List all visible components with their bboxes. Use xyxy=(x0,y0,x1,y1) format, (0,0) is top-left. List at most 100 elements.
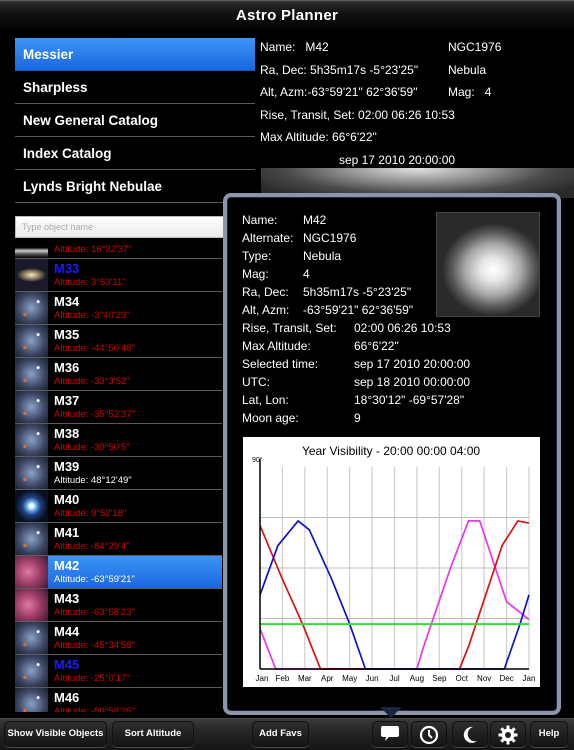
object-name: M45 xyxy=(54,657,80,672)
popover-value: 18°30'12" -69°57'28" xyxy=(354,393,465,407)
search-field[interactable] xyxy=(15,216,230,238)
search-input[interactable] xyxy=(22,222,229,232)
popover-value: -63°59'21" 62°36'59" xyxy=(303,303,414,317)
object-thumbnail xyxy=(15,622,48,654)
object-altitude: Altitude: -84°29'4" xyxy=(54,541,130,552)
popover-value: NGC1976 xyxy=(303,231,357,245)
settings-button[interactable] xyxy=(490,721,526,747)
object-name: M44 xyxy=(54,624,80,639)
x-tick-label: Jul xyxy=(389,674,399,683)
object-row-m45[interactable]: M45 Altitude: -25°0'17" xyxy=(15,655,222,688)
y-axis-top-label: 90° xyxy=(252,456,263,464)
object-thumbnail xyxy=(15,457,48,489)
popover-label: Name: xyxy=(242,213,278,227)
night-mode-button[interactable] xyxy=(452,721,488,747)
catalog-item-sharpless[interactable]: Sharpless xyxy=(15,71,255,104)
object-name: M40 xyxy=(54,492,80,507)
object-image xyxy=(436,212,540,317)
add-favs-button[interactable]: Add Favs xyxy=(252,721,309,747)
object-row-m39[interactable]: M39 Altitude: 48°12'49" xyxy=(15,457,222,490)
popover-value: sep 18 2010 00:00:00 xyxy=(354,375,471,389)
speech-bubble-icon xyxy=(381,726,399,741)
popover-value: 4 xyxy=(303,267,310,281)
popover-row: Max Altitude: 66°6'22" xyxy=(242,337,442,355)
object-thumbnail xyxy=(15,424,48,456)
popover-row: Alt, Azm: -63°59'21" 62°36'59" xyxy=(242,301,442,319)
popover-value: sep 17 2010 20:00:00 xyxy=(354,357,471,371)
app-title: Astro Planner xyxy=(235,7,339,24)
object-thumbnail xyxy=(15,655,48,687)
popover-row: Ra, Dec: 5h35m17s -5°23'25" xyxy=(242,283,442,301)
popover-value: 02:00 06:26 10:53 xyxy=(354,321,451,335)
popover-label: Rise, Transit, Set: xyxy=(242,321,337,335)
popover-value: Nebula xyxy=(303,249,342,263)
object-thumbnail xyxy=(15,490,48,522)
popover-row: Moon age: 9 xyxy=(242,409,442,427)
object-name: M37 xyxy=(54,393,80,408)
mag-value: 4 xyxy=(484,85,492,99)
object-thumbnail xyxy=(15,688,48,712)
object-row-m32[interactable]: Altitude: 16°32'37" xyxy=(15,242,222,259)
catalog-item-index[interactable]: Index Catalog xyxy=(15,137,255,170)
object-row-m41[interactable]: M41 Altitude: -84°29'4" xyxy=(15,523,222,556)
popover-value: 66°6'22" xyxy=(354,339,399,353)
object-altitude: Altitude: -3°40'29" xyxy=(54,310,130,321)
object-thumbnail xyxy=(15,391,48,423)
popover-label: Moon age: xyxy=(242,411,299,425)
popover-label: Mag: xyxy=(242,267,269,281)
object-row-m40[interactable]: M40 Altitude: 9°52'18" xyxy=(15,490,222,523)
object-row-m43[interactable]: M43 Altitude: -63°58'23" xyxy=(15,589,222,622)
show-visible-objects-button[interactable]: Show Visible Objects xyxy=(4,721,107,747)
object-row-m38[interactable]: M38 Altitude: -30°50'5" xyxy=(15,424,222,457)
catalog-item-lynds[interactable]: Lynds Bright Nebulae xyxy=(15,170,255,203)
popover-label: Alternate: xyxy=(242,231,294,245)
x-tick-label: Jun xyxy=(366,674,379,683)
radec-label: Ra, Dec: xyxy=(260,62,307,77)
object-row-m36[interactable]: M36 Altitude: -33°3'52" xyxy=(15,358,222,391)
object-row-m35[interactable]: M35 Altitude: -44°50'48" xyxy=(15,325,222,358)
x-tick-label: Mar xyxy=(298,674,312,683)
x-tick-label: Sep xyxy=(432,674,447,683)
time-button[interactable] xyxy=(411,721,447,747)
catalog-item-ngc[interactable]: New General Catalog xyxy=(15,104,255,137)
object-row-m44[interactable]: M44 Altitude: -45°34'58" xyxy=(15,622,222,655)
popover-arrow xyxy=(380,707,402,718)
object-name: M36 xyxy=(54,360,80,375)
object-altitude: Altitude: -45°34'58" xyxy=(54,640,135,651)
popover-label: Ra, Dec: xyxy=(242,285,289,299)
popover-row: Alternate: NGC1976 xyxy=(242,229,442,247)
name-label: Name: xyxy=(260,40,296,54)
popover-row: Type: Nebula xyxy=(242,247,442,265)
object-altitude: Altitude: -63°59'21" xyxy=(54,574,135,585)
chart-title: Year Visibility - 20:00 00:00 04:00 xyxy=(302,444,480,458)
object-list[interactable]: Altitude: 16°32'37" M33 Altitude: 3°53'11"… xyxy=(15,242,222,712)
x-tick-label: Jan xyxy=(256,674,269,683)
catalog-item-messier[interactable]: Messier xyxy=(15,38,255,71)
object-altitude: Altitude: 3°53'11" xyxy=(54,277,126,288)
gear-icon xyxy=(498,725,518,745)
mag-label: Mag: xyxy=(448,85,475,99)
year-visibility-chart: Year Visibility - 20:00 00:00 04:00 90° Ja… xyxy=(243,437,540,687)
sort-altitude-button[interactable]: Sort Altitude xyxy=(112,721,194,747)
x-tick-label: Feb xyxy=(276,674,290,683)
object-row-m33[interactable]: M33 Altitude: 3°53'11" xyxy=(15,259,222,292)
name-value: M42 xyxy=(305,40,329,54)
title-bar: Astro Planner xyxy=(0,0,574,32)
object-row-m34[interactable]: M34 Altitude: -3°40'29" xyxy=(15,292,222,325)
object-altitude: Altitude: 48°12'49" xyxy=(54,475,132,486)
object-thumbnail xyxy=(15,358,48,390)
object-thumbnail xyxy=(15,259,48,291)
object-row-m37[interactable]: M37 Altitude: -35°52'37" xyxy=(15,391,222,424)
object-name: M34 xyxy=(54,294,80,309)
object-row-m46[interactable]: M46 Altitude: -80°58'26" xyxy=(15,688,222,712)
object-altitude: Altitude: -33°3'52" xyxy=(54,376,130,387)
popover-value: 5h35m17s -5°23'25" xyxy=(303,285,412,299)
popover-row: Name: M42 xyxy=(242,211,442,229)
object-thumbnail xyxy=(15,242,48,258)
catalog-list: Messier Sharpless New General Catalog In… xyxy=(15,38,255,203)
help-button[interactable]: Help xyxy=(530,721,568,747)
info-popover-button[interactable] xyxy=(372,721,408,747)
object-thumbnail xyxy=(15,325,48,357)
object-row-m42[interactable]: M42 Altitude: -63°59'21" xyxy=(15,556,222,589)
altazm-value: -63°59'21" 62°36'59" xyxy=(307,85,418,99)
